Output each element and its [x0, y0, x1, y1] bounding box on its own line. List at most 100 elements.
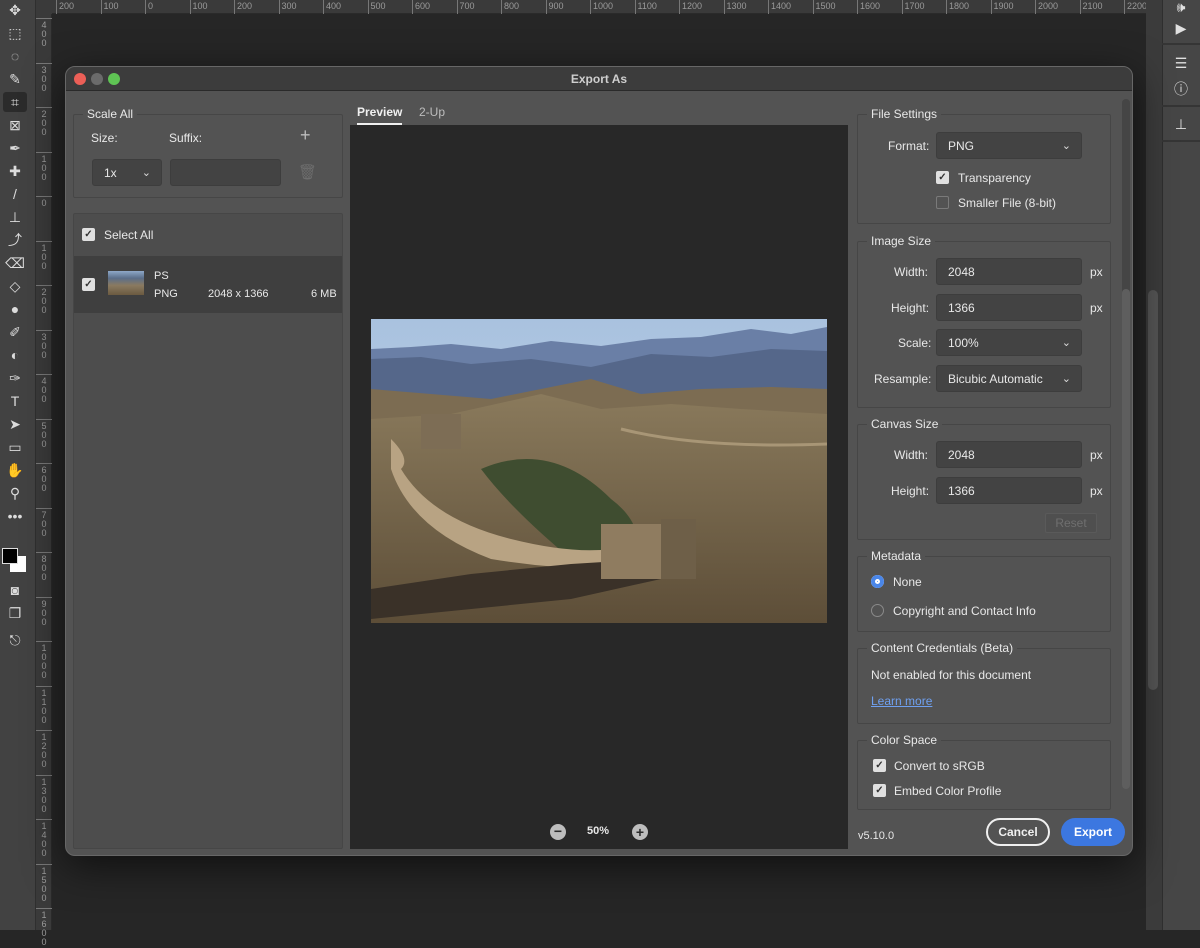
- asset-name: PS: [154, 270, 169, 282]
- share-icon[interactable]: ⎋: [3, 630, 27, 650]
- preview-image: [371, 319, 827, 623]
- metadata-copyright-radio[interactable]: [871, 604, 884, 617]
- zoom-out-button[interactable]: −: [550, 824, 566, 840]
- eraser-tool-icon[interactable]: ⌫: [3, 253, 27, 273]
- canvas-width-input[interactable]: 2048: [936, 441, 1082, 468]
- crop-tool-icon[interactable]: ⌗: [3, 92, 27, 112]
- lasso-tool-icon[interactable]: ◌: [3, 46, 27, 66]
- pen-tool-icon[interactable]: ✑: [3, 368, 27, 388]
- ruler-tick: 1600: [857, 0, 880, 14]
- ruler-corner: [36, 0, 52, 14]
- learn-more-link[interactable]: Learn more: [871, 694, 932, 708]
- zoom-tool-icon[interactable]: ⚲: [3, 483, 27, 503]
- suffix-input[interactable]: [170, 159, 281, 186]
- export-button[interactable]: Export: [1061, 818, 1125, 846]
- zoom-level: 50%: [587, 825, 610, 837]
- settings-scrollbar[interactable]: [1122, 99, 1130, 789]
- ruler-tick: 200: [36, 285, 52, 325]
- eyedropper-tool-icon[interactable]: ✒: [3, 138, 27, 158]
- ruler-tick: 1400: [768, 0, 791, 14]
- image-width-input[interactable]: 2048: [936, 258, 1082, 285]
- transparency-label: Transparency: [958, 171, 1031, 185]
- history-brush-tool-icon[interactable]: ⤴: [3, 230, 27, 250]
- cancel-button[interactable]: Cancel: [986, 818, 1050, 846]
- zoom-button[interactable]: [108, 73, 120, 85]
- close-button[interactable]: [74, 73, 86, 85]
- healing-brush-tool-icon[interactable]: ✚: [3, 161, 27, 181]
- ruler-tick: 2200: [1124, 0, 1147, 14]
- metadata-group: [857, 556, 1111, 632]
- play-icon[interactable]: ▶: [1163, 17, 1199, 39]
- path-selection-tool-icon[interactable]: ➤: [3, 414, 27, 434]
- canvas-scrollbar[interactable]: [1148, 290, 1158, 690]
- quick-selection-tool-icon[interactable]: ✎: [3, 69, 27, 89]
- select-all-checkbox[interactable]: ✓: [82, 228, 95, 241]
- move-tool-icon[interactable]: ✥: [3, 0, 27, 20]
- brush-tool-icon[interactable]: /: [3, 184, 27, 204]
- quick-mask-icon[interactable]: ◙: [3, 580, 27, 600]
- foreground-color-swatch[interactable]: [2, 548, 18, 564]
- type-tool-icon[interactable]: T: [3, 391, 27, 411]
- image-height-input[interactable]: 1366: [936, 294, 1082, 321]
- format-select[interactable]: PNG ⌄: [936, 132, 1082, 159]
- suffix-label: Suffix:: [169, 131, 203, 145]
- info-icon[interactable]: ⓘ: [1163, 78, 1199, 100]
- ruler-tick: 1300: [36, 774, 52, 815]
- convert-srgb-checkbox[interactable]: ✓: [873, 759, 886, 772]
- size-select[interactable]: 1x ⌄: [92, 159, 162, 186]
- embed-profile-checkbox[interactable]: ✓: [873, 784, 886, 797]
- metadata-title: Metadata: [867, 549, 926, 563]
- ruler-tick: 1700: [901, 0, 925, 14]
- ruler-tick: 1200: [679, 0, 702, 14]
- trash-icon[interactable]: 🗑: [298, 163, 317, 181]
- paint-bucket-tool-icon[interactable]: ◇: [3, 276, 27, 296]
- convert-srgb-label: Convert to sRGB: [894, 759, 985, 773]
- canvas-size-title: Canvas Size: [867, 417, 943, 431]
- asset-checkbox[interactable]: ✓: [82, 278, 95, 291]
- add-scale-button[interactable]: +: [300, 125, 311, 146]
- ruler-tick: 1200: [36, 730, 52, 770]
- zoom-in-button[interactable]: +: [632, 824, 648, 840]
- minimize-button[interactable]: [91, 73, 103, 85]
- reset-button[interactable]: Reset: [1045, 513, 1097, 533]
- frame-tool-icon[interactable]: ⊠: [3, 115, 27, 135]
- smaller-file-checkbox[interactable]: [936, 196, 949, 209]
- canvas-height-input[interactable]: 1366: [936, 477, 1082, 504]
- clone-stamp-tool-icon[interactable]: ⊥: [3, 207, 27, 227]
- rectangle-tool-icon[interactable]: ▭: [3, 437, 27, 457]
- tab-preview[interactable]: Preview: [357, 105, 403, 125]
- metadata-none-radio[interactable]: [871, 575, 884, 588]
- ruler-tick: 100: [36, 240, 52, 281]
- dodge-tool-icon[interactable]: ✐: [3, 322, 27, 342]
- metadata-none-label: None: [893, 575, 922, 589]
- embed-profile-label: Embed Color Profile: [894, 784, 1002, 798]
- blur-tool-icon[interactable]: ●: [3, 299, 27, 319]
- adjustments-icon[interactable]: ☰: [1163, 52, 1199, 74]
- ruler-tick: 400: [36, 18, 52, 58]
- ruler-tick: 400: [36, 374, 52, 414]
- tab-2-up[interactable]: 2-Up: [419, 105, 445, 119]
- hand-tool-icon[interactable]: ✋: [3, 460, 27, 480]
- ruler-tick: 1100: [36, 685, 52, 726]
- asset-row[interactable]: ✓ PS PNG 2048 x 1366 6 MB: [74, 256, 342, 313]
- audio-icon[interactable]: 🕪: [1163, 0, 1199, 18]
- transparency-checkbox[interactable]: ✓: [936, 171, 949, 184]
- image-width-label: Width:: [894, 265, 929, 279]
- px-unit: px: [1090, 484, 1103, 498]
- ruler-tick: 1500: [36, 863, 52, 904]
- marquee-tool-icon[interactable]: ⬚: [3, 23, 27, 43]
- ruler-tick: 2000: [1035, 0, 1058, 14]
- resample-select[interactable]: Bicubic Automatic ⌄: [936, 365, 1082, 392]
- stamp-list-icon[interactable]: ⊥: [1163, 113, 1199, 135]
- screen-mode-icon[interactable]: ❐: [3, 603, 27, 623]
- format-label: Format:: [888, 139, 930, 153]
- ruler-tick: 1500: [812, 0, 836, 14]
- ruler-tick: 1800: [946, 0, 969, 14]
- size-label: Size:: [91, 131, 118, 145]
- sponge-tool-icon[interactable]: ◐: [3, 345, 27, 365]
- edit-toolbar-icon[interactable]: •••: [3, 506, 27, 526]
- ruler-tick: 500: [367, 0, 386, 14]
- scrollbar-thumb[interactable]: [1122, 289, 1130, 789]
- scale-select[interactable]: 100% ⌄: [936, 329, 1082, 356]
- ruler-tick: 700: [456, 0, 475, 14]
